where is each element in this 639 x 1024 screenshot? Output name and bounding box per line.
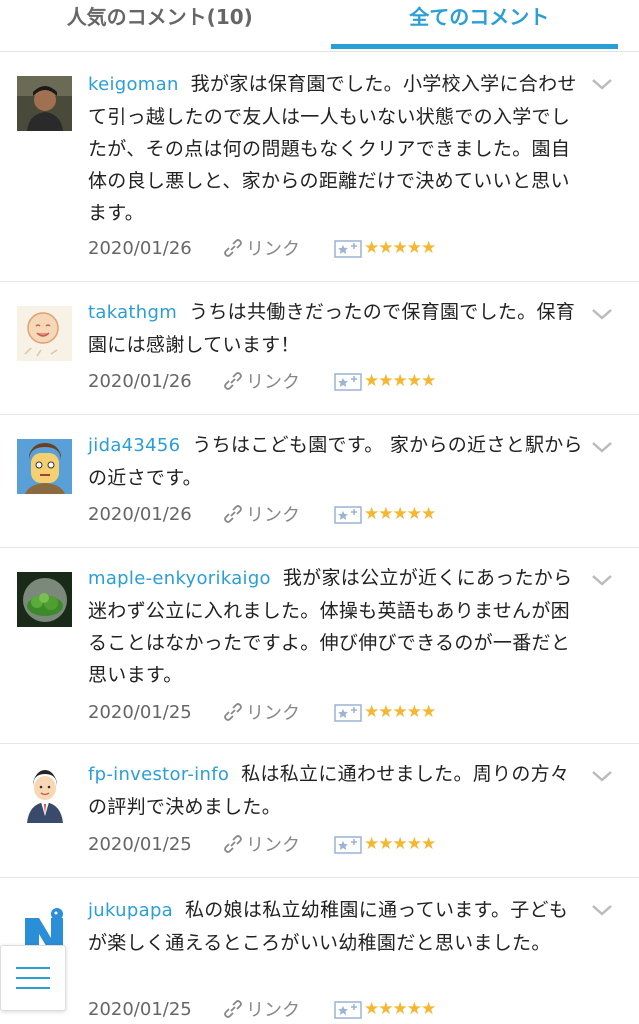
- link-label: リンク: [246, 835, 300, 856]
- comment-meta: 2020/01/25 リンク ★★★★★: [88, 699, 436, 725]
- star-rating: ★★★★★: [364, 834, 436, 854]
- add-star-button[interactable]: ★★★★★: [334, 833, 436, 855]
- username-link[interactable]: keigoman: [88, 74, 179, 95]
- star-rating: ★★★★★: [364, 238, 436, 258]
- comment-body: jukupapa 私の娘は私立幼稚園に通っています。子どもが楽しく通えるところがい…: [88, 894, 583, 959]
- link-button[interactable]: リンク: [222, 996, 334, 1022]
- chevron-down-icon[interactable]: [591, 768, 613, 784]
- comment-date: 2020/01/26: [88, 237, 192, 259]
- add-star-button[interactable]: ★★★★★: [334, 370, 436, 392]
- user-photo-icon: [17, 76, 72, 131]
- link-label: リンク: [246, 505, 300, 526]
- add-star-button[interactable]: ★★★★★: [334, 998, 436, 1020]
- username-link[interactable]: jida43456: [88, 435, 180, 456]
- comment-body: jida43456 うちはこども園です。 家からの近さと駅からの近さです。: [88, 429, 583, 494]
- add-star-button[interactable]: ★★★★★: [334, 237, 436, 259]
- username-link[interactable]: maple-enkyorikaigo: [88, 568, 271, 589]
- comment-meta: 2020/01/26 リンク ★★★★★: [88, 368, 436, 394]
- add-star-button[interactable]: ★★★★★: [334, 701, 436, 723]
- menu-line: [16, 977, 50, 979]
- add-star-button[interactable]: ★★★★★: [334, 503, 436, 525]
- comment-item: jukupapa 私の娘は私立幼稚園に通っています。子どもが楽しく通えるところがい…: [0, 878, 639, 1024]
- comment-tabs: 人気のコメント(10) 全てのコメント: [0, 0, 639, 52]
- chevron-down-icon[interactable]: [591, 76, 613, 92]
- chevron-down-icon[interactable]: [591, 902, 613, 918]
- comment-body: maple-enkyorikaigo 我が家は公立が近くにあったから迷わず公立に入…: [88, 562, 583, 691]
- comment-date: 2020/01/26: [88, 503, 192, 525]
- comment-date: 2020/01/25: [88, 998, 192, 1020]
- avatar[interactable]: [17, 572, 72, 627]
- star-rating: ★★★★★: [364, 371, 436, 391]
- comment-meta: 2020/01/26 リンク ★★★★★: [88, 235, 436, 261]
- link-icon: [224, 505, 242, 523]
- link-icon: [224, 372, 242, 390]
- comment-item: fp-investor-info 私は私立に通わせました。周りの方々の評判で決めま…: [0, 744, 639, 878]
- avatar[interactable]: [17, 76, 72, 131]
- link-button[interactable]: リンク: [222, 831, 334, 857]
- comment-meta: 2020/01/26 リンク ★★★★★: [88, 501, 436, 527]
- comment-meta: 2020/01/25 リンク ★★★★★: [88, 831, 436, 857]
- link-label: リンク: [246, 1000, 300, 1021]
- chevron-down-icon[interactable]: [591, 572, 613, 588]
- avatar[interactable]: [17, 306, 72, 361]
- avatar[interactable]: [17, 768, 72, 823]
- link-button[interactable]: リンク: [222, 699, 334, 725]
- add-star-icon: [334, 704, 362, 722]
- comment-item: takathgm うちは共働きだったので保育園でした。保育園には感謝しています！ …: [0, 282, 639, 415]
- tab-popular-comments[interactable]: 人気のコメント(10): [0, 0, 320, 51]
- link-button[interactable]: リンク: [222, 235, 334, 261]
- star-rating: ★★★★★: [364, 702, 436, 722]
- user-drawing-icon: [17, 306, 72, 361]
- comment-text: 我が家は保育園でした。小学校入学に合わせて引っ越したので友人は一人もいない状態で…: [88, 73, 577, 224]
- comment-item: keigoman 我が家は保育園でした。小学校入学に合わせて引っ越したので友人は一…: [0, 52, 639, 282]
- link-icon: [224, 239, 242, 257]
- add-star-icon: [334, 373, 362, 391]
- comment-body: takathgm うちは共働きだったので保育園でした。保育園には感謝しています！: [88, 296, 583, 361]
- link-icon: [224, 703, 242, 721]
- comment-body: fp-investor-info 私は私立に通わせました。周りの方々の評判で決めま…: [88, 758, 583, 823]
- star-rating: ★★★★★: [364, 504, 436, 524]
- link-button[interactable]: リンク: [222, 501, 334, 527]
- link-button[interactable]: リンク: [222, 368, 334, 394]
- add-star-icon: [334, 240, 362, 258]
- comment-body: keigoman 我が家は保育園でした。小学校入学に合わせて引っ越したので友人は一…: [88, 68, 583, 229]
- user-illustration-icon: [17, 439, 72, 494]
- username-link[interactable]: fp-investor-info: [88, 764, 229, 785]
- comment-meta: 2020/01/25 リンク ★★★★★: [88, 996, 436, 1022]
- link-icon: [224, 835, 242, 853]
- add-star-icon: [334, 836, 362, 854]
- menu-line: [16, 967, 50, 969]
- moss-terrarium-icon: [17, 572, 72, 627]
- comment-date: 2020/01/25: [88, 701, 192, 723]
- hamburger-menu-button[interactable]: [0, 945, 66, 1011]
- username-link[interactable]: jukupapa: [88, 900, 173, 921]
- menu-line: [16, 987, 50, 989]
- active-tab-indicator: [331, 44, 618, 49]
- link-icon: [224, 1000, 242, 1018]
- comment-item: jida43456 うちはこども園です。 家からの近さと駅からの近さです。 202…: [0, 415, 639, 548]
- businessman-icon: [17, 768, 72, 823]
- comment-date: 2020/01/26: [88, 370, 192, 392]
- avatar[interactable]: [17, 439, 72, 494]
- link-label: リンク: [246, 372, 300, 393]
- chevron-down-icon[interactable]: [591, 306, 613, 322]
- comment-item: maple-enkyorikaigo 我が家は公立が近くにあったから迷わず公立に入…: [0, 548, 639, 744]
- username-link[interactable]: takathgm: [88, 302, 177, 323]
- add-star-icon: [334, 1001, 362, 1019]
- link-label: リンク: [246, 703, 300, 724]
- chevron-down-icon[interactable]: [591, 439, 613, 455]
- star-rating: ★★★★★: [364, 999, 436, 1019]
- link-label: リンク: [246, 239, 300, 260]
- add-star-icon: [334, 506, 362, 524]
- comment-date: 2020/01/25: [88, 833, 192, 855]
